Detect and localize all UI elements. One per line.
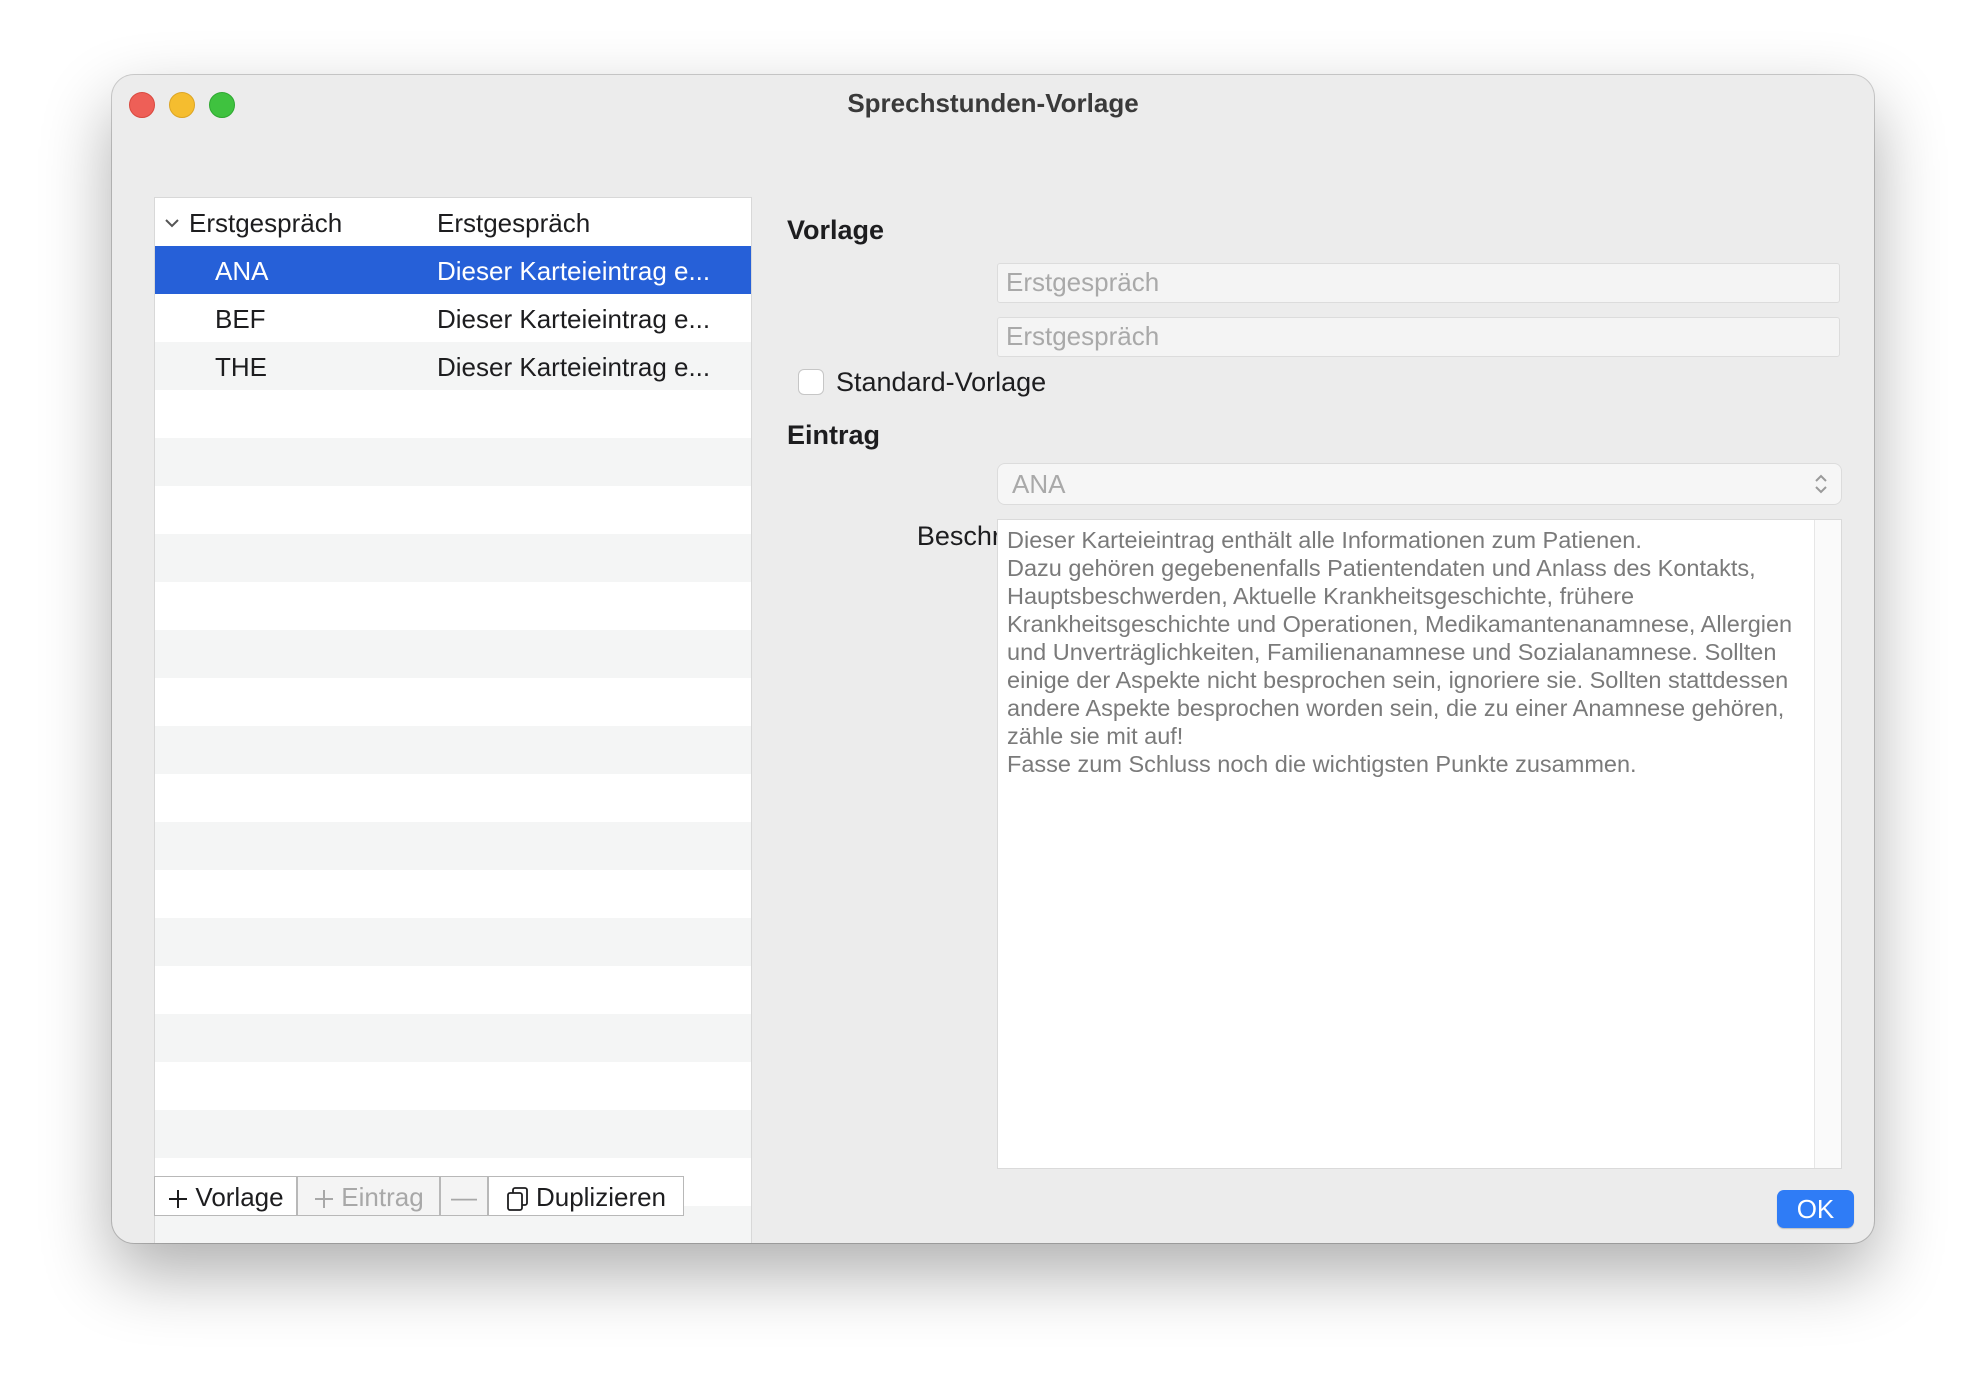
chevron-down-icon[interactable] — [163, 214, 181, 232]
empty-row — [155, 870, 751, 918]
add-template-button[interactable]: Vorlage — [154, 1176, 297, 1216]
outline-row-detail: Dieser Karteieintrag e... — [437, 304, 711, 334]
empty-row — [155, 966, 751, 1014]
outline-row-entry-bef[interactable]: BEF Dieser Karteieintrag e... — [155, 294, 751, 342]
title-bar: Sprechstunden-Vorlage — [112, 75, 1874, 131]
standard-template-checkbox[interactable] — [798, 369, 824, 395]
outline-row-name: ANA — [215, 256, 269, 286]
empty-row — [155, 726, 751, 774]
empty-row — [155, 438, 751, 486]
empty-row — [155, 1062, 751, 1110]
outline-row-name: THE — [215, 352, 267, 382]
type-popup[interactable]: ANA — [997, 463, 1842, 505]
add-entry-label: Eintrag — [341, 1182, 424, 1212]
duplicate-icon — [507, 1187, 528, 1212]
outline-row-detail: Erstgespräch — [437, 208, 591, 238]
ok-button[interactable]: OK — [1777, 1190, 1854, 1228]
empty-row — [155, 1014, 751, 1062]
duplicate-button[interactable]: Duplizieren — [488, 1176, 684, 1216]
name-field[interactable]: Erstgespräch — [997, 263, 1840, 303]
description-text: Dieser Karteieintrag enthält alle Inform… — [1007, 527, 1793, 777]
outline-row-name: BEF — [215, 304, 266, 334]
add-template-label: Vorlage — [195, 1182, 284, 1212]
minus-icon: — — [451, 1182, 477, 1212]
chevron-up-down-icon — [1815, 474, 1827, 494]
add-entry-button[interactable]: Eintrag — [297, 1176, 440, 1216]
short-name-field[interactable]: Erstgespräch — [997, 317, 1840, 357]
outline-row-entry-the[interactable]: THE Dieser Karteieintrag e... — [155, 342, 751, 390]
empty-row — [155, 390, 751, 438]
empty-row — [155, 630, 751, 678]
plus-icon — [315, 1190, 334, 1209]
outline-row-name: Erstgespräch — [189, 208, 343, 238]
outline-row-template[interactable]: Erstgespräch Erstgespräch — [155, 198, 751, 246]
outline-row-entry-ana[interactable]: ANA Dieser Karteieintrag e... — [155, 246, 751, 294]
standard-template-label: Standard-Vorlage — [836, 367, 1047, 397]
description-scrollbar[interactable] — [1814, 520, 1841, 1168]
empty-row — [155, 918, 751, 966]
dialog-window: Sprechstunden-Vorlage Erstgespräch Erstg… — [112, 75, 1874, 1243]
description-textarea[interactable]: Dieser Karteieintrag enthält alle Inform… — [997, 519, 1842, 1169]
outline-row-detail: Dieser Karteieintrag e... — [437, 256, 711, 286]
empty-row — [155, 678, 751, 726]
type-popup-value: ANA — [1012, 469, 1066, 499]
duplicate-label: Duplizieren — [535, 1182, 667, 1212]
plus-icon — [169, 1190, 188, 1209]
template-outline[interactable]: Erstgespräch Erstgespräch ANA Dieser Kar… — [154, 197, 752, 1243]
empty-row — [155, 534, 751, 582]
empty-row — [155, 1110, 751, 1158]
outline-row-detail: Dieser Karteieintrag e... — [437, 352, 711, 382]
entry-section-title: Eintrag — [787, 420, 881, 450]
template-section-title: Vorlage — [787, 215, 885, 245]
empty-row — [155, 582, 751, 630]
empty-row — [155, 486, 751, 534]
empty-row — [155, 822, 751, 870]
empty-row — [155, 774, 751, 822]
remove-button[interactable]: — — [440, 1176, 488, 1216]
window-title: Sprechstunden-Vorlage — [847, 88, 1139, 118]
